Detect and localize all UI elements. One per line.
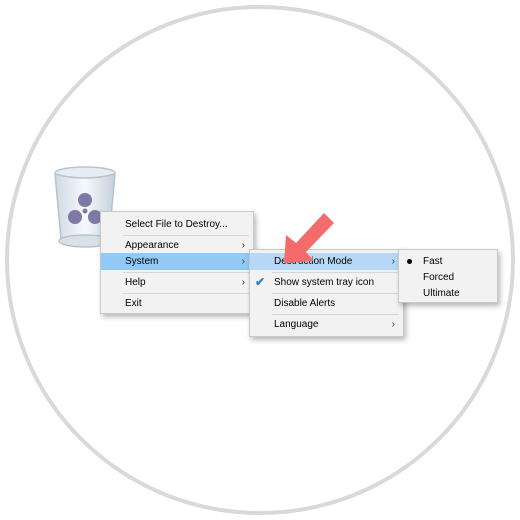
menu-item-disable-alerts[interactable]: Disable Alerts — [250, 295, 403, 312]
menu-separator — [272, 293, 399, 294]
menu-item-system-label: System — [125, 256, 159, 267]
menu-item-help-label: Help — [125, 277, 146, 288]
check-icon: ✔ — [255, 275, 266, 289]
menu-separator — [272, 314, 399, 315]
menu-item-fast-label: Fast — [423, 256, 443, 267]
menu-separator — [123, 235, 249, 236]
menu-item-system[interactable]: System › — [101, 253, 253, 270]
chevron-right-icon: › — [241, 240, 245, 251]
menu-item-help[interactable]: Help › — [101, 274, 253, 291]
menu-item-exit-label: Exit — [125, 298, 142, 309]
menu-item-select-file[interactable]: Select File to Destroy... — [101, 216, 253, 233]
red-arrow-icon — [284, 213, 334, 263]
menu-item-disable-alerts-label: Disable Alerts — [274, 298, 336, 309]
menu-item-fast[interactable]: Fast — [399, 253, 497, 270]
chevron-right-icon: › — [391, 256, 395, 267]
menu-separator — [123, 293, 249, 294]
menu-item-select-file-label: Select File to Destroy... — [125, 219, 228, 230]
menu-item-ultimate-label: Ultimate — [423, 288, 460, 299]
menu-item-forced[interactable]: Forced — [399, 269, 497, 286]
chevron-right-icon: › — [241, 277, 245, 288]
screenshot-canvas: Select File to Destroy... Appearance › S… — [0, 0, 520, 520]
menu-item-show-tray-icon-label: Show system tray icon — [274, 277, 375, 288]
destruction-mode-submenu: Fast Forced Ultimate — [398, 249, 498, 303]
menu-item-appearance[interactable]: Appearance › — [101, 237, 253, 254]
menu-separator — [123, 272, 249, 273]
main-context-menu: Select File to Destroy... Appearance › S… — [100, 211, 254, 314]
menu-separator — [272, 272, 399, 273]
menu-item-language-label: Language — [274, 319, 319, 330]
menu-item-ultimate[interactable]: Ultimate — [399, 285, 497, 302]
menu-item-forced-label: Forced — [423, 272, 455, 283]
radio-bullet-icon — [407, 259, 412, 264]
menu-item-appearance-label: Appearance — [125, 240, 179, 251]
menu-item-show-tray-icon[interactable]: ✔ Show system tray icon — [250, 274, 403, 291]
chevron-right-icon: › — [241, 256, 245, 267]
chevron-right-icon: › — [391, 319, 395, 330]
menu-item-exit[interactable]: Exit — [101, 295, 253, 312]
menu-item-language[interactable]: Language › — [250, 316, 403, 333]
